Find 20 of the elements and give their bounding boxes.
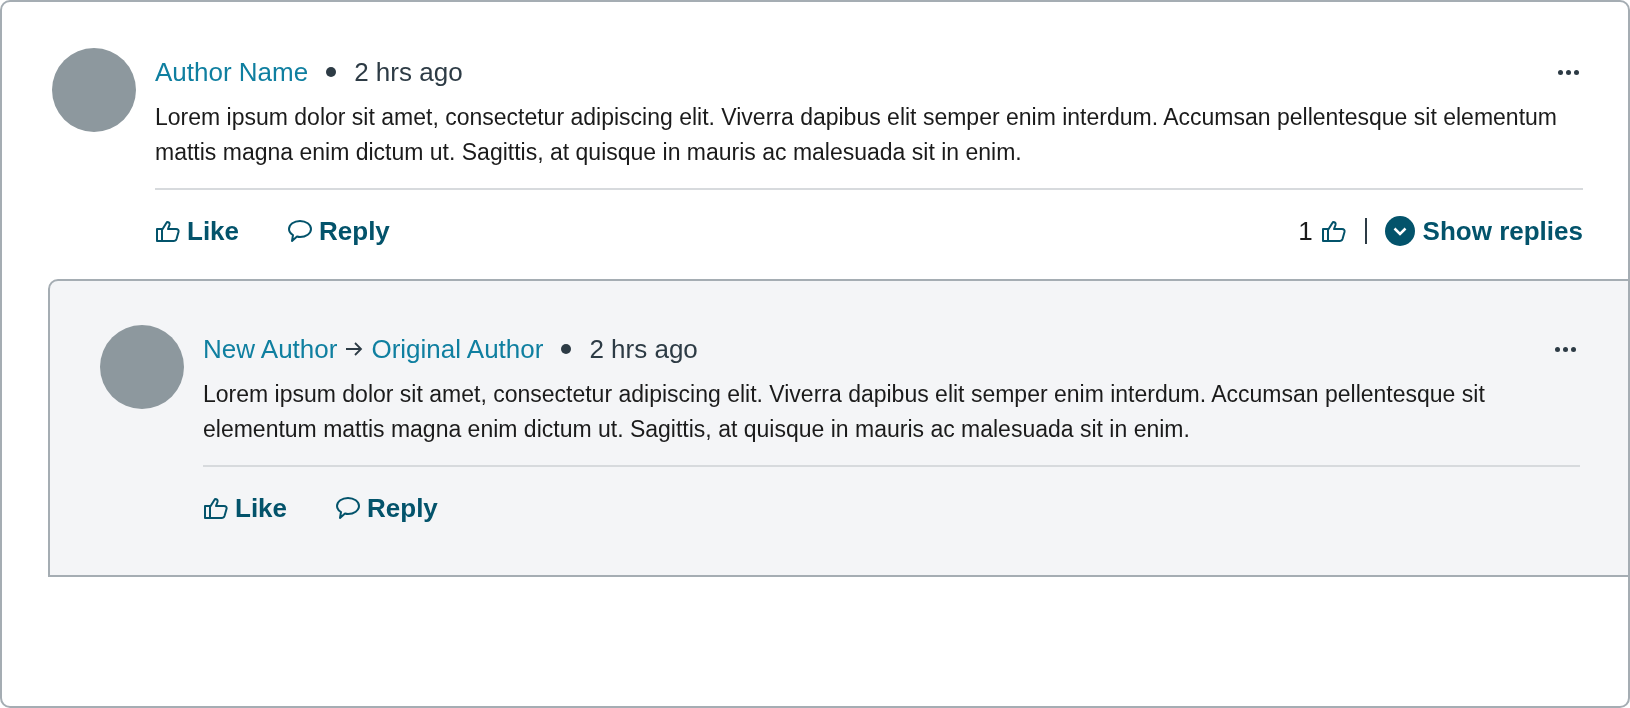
author-link[interactable]: New Author (203, 329, 338, 369)
speech-bubble-icon (287, 219, 314, 243)
timestamp: 2 hrs ago (589, 332, 698, 366)
recipient-link[interactable]: Original Author (371, 329, 544, 369)
reply-button[interactable]: Reply (335, 488, 438, 528)
author-link[interactable]: Author Name (155, 52, 309, 92)
thumbs-up-icon (203, 496, 229, 520)
arrow-right-icon (345, 341, 364, 357)
chevron-down-circle-icon (1384, 216, 1415, 246)
speech-bubble-icon (335, 496, 362, 520)
thumbs-up-icon (1320, 219, 1347, 243)
like-button[interactable]: Like (155, 211, 240, 251)
timestamp: 2 hrs ago (354, 55, 463, 89)
show-replies-button[interactable]: Show replies (1384, 211, 1583, 251)
thumbs-up-icon (155, 219, 181, 243)
comment-text: Lorem ipsum dolor sit amet, consectetur adipiscing elit. Viverra dapibus elit semper enim interdum. Accumsan pellentesque sit elementum mattis magna enim dictum ut. Sagittis, at quisque in mauris ac malesuada sit in enim. (155, 100, 1583, 190)
comment-text: Lorem ipsum dolor sit amet, consectetur adipiscing elit. Viverra dapibus elit semper enim interdum. Accumsan pellentesque sit elementum mattis magna enim dictum ut. Sagittis, at quisque in mauris ac malesuada sit in enim. (203, 377, 1580, 467)
reply-button[interactable]: Reply (287, 211, 390, 251)
like-count: 1 (1298, 214, 1313, 248)
like-button[interactable]: Like (203, 488, 288, 528)
